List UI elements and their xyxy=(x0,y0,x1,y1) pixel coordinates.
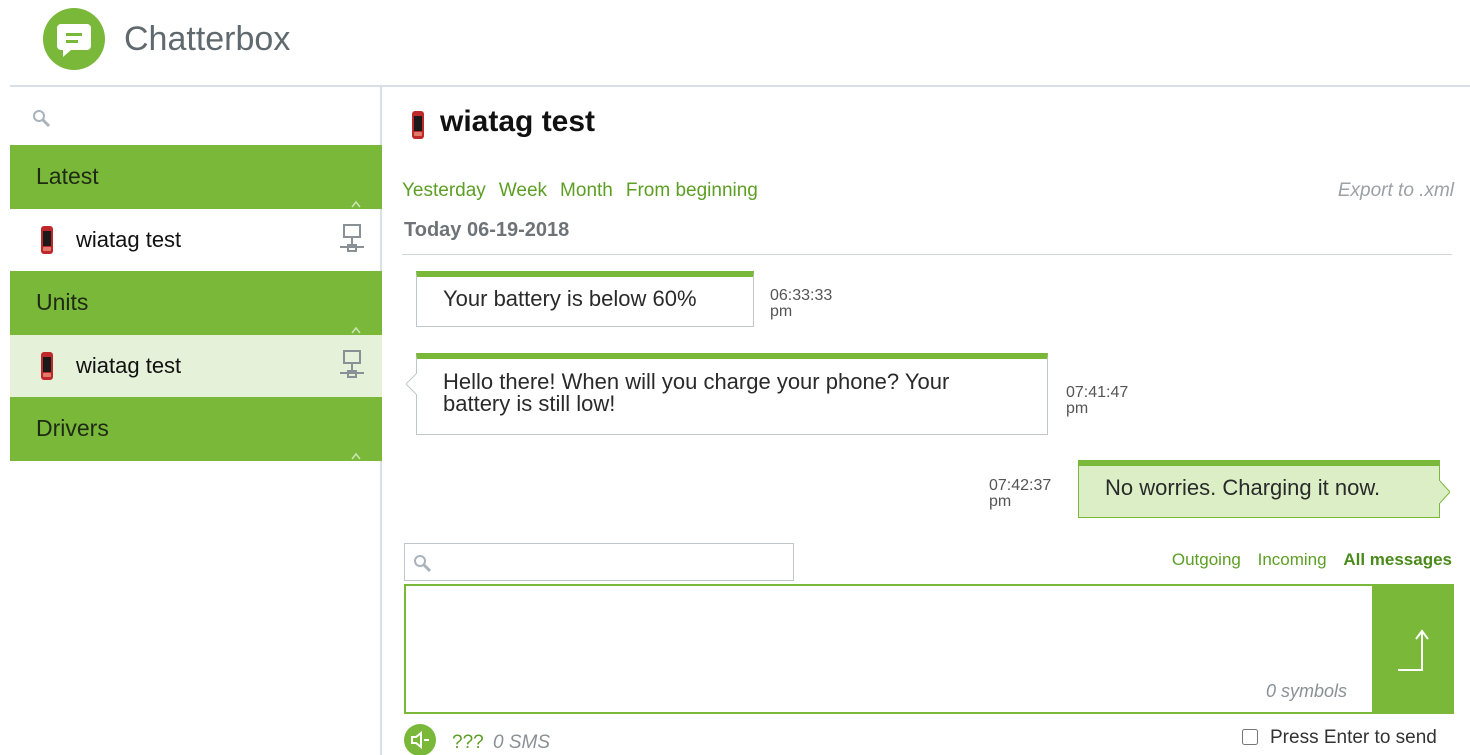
message-time: 07:41:47 pm xyxy=(1066,385,1128,417)
search-icon xyxy=(32,109,52,134)
section-label: Latest xyxy=(36,163,99,189)
message-text: Hello there! When will you charge your p… xyxy=(443,369,950,416)
section-label: Units xyxy=(36,289,89,315)
send-button[interactable] xyxy=(1372,584,1454,714)
date-label: Today 06-19-2018 xyxy=(404,219,570,241)
section-drivers[interactable]: Drivers xyxy=(10,397,382,461)
press-enter-label: Press Enter to send xyxy=(1270,727,1437,748)
time-value: 07:42:37 xyxy=(989,477,1052,494)
sms-status: ??? xyxy=(452,732,484,753)
message-time: 06:33:33 pm xyxy=(770,288,832,320)
unit-name: wiatag test xyxy=(76,353,182,378)
filter-outgoing[interactable]: Outgoing xyxy=(1172,550,1241,569)
phone-icon xyxy=(40,351,54,387)
section-units[interactable]: Units xyxy=(10,271,382,335)
message-text: No worries. Charging it now. xyxy=(1105,475,1381,500)
chat-panel: wiatag test Yesterday Week Month From begin… xyxy=(384,87,1470,755)
message-text: Your battery is below 60% xyxy=(443,286,697,311)
unit-item-latest-wiatag[interactable]: wiatag test xyxy=(10,209,382,271)
filter-from-beginning[interactable]: From beginning xyxy=(626,180,758,201)
filter-week[interactable]: Week xyxy=(499,180,547,201)
message-bubble-incoming: Your battery is below 60% xyxy=(416,271,754,327)
chat-bubble-icon xyxy=(43,8,105,70)
message-search-input[interactable] xyxy=(435,548,785,576)
unit-name: wiatag test xyxy=(76,227,182,252)
message-search xyxy=(404,543,794,581)
filter-all-messages[interactable]: All messages xyxy=(1343,550,1452,569)
phone-icon xyxy=(411,110,425,145)
message-input[interactable] xyxy=(416,594,1356,684)
export-xml-link[interactable]: Export to .xml xyxy=(1338,180,1454,202)
message-time: 07:42:37 pm xyxy=(989,478,1051,510)
sidebar-search[interactable] xyxy=(10,87,380,145)
sms-count: 0 SMS xyxy=(493,732,551,753)
message-bubble-outgoing: No worries. Charging it now. xyxy=(1078,460,1450,518)
phone-icon xyxy=(40,225,54,261)
message-type-filters: Outgoing Incoming All messages xyxy=(1160,550,1452,570)
speaker-icon[interactable] xyxy=(404,724,436,755)
chat-title: wiatag test xyxy=(440,105,596,138)
network-icon xyxy=(338,349,366,387)
message-composer: 0 symbols xyxy=(404,584,1454,714)
app-title: Chatterbox xyxy=(124,20,291,58)
filter-yesterday[interactable]: Yesterday xyxy=(402,180,486,201)
unit-item-units-wiatag[interactable]: wiatag test xyxy=(10,335,382,397)
time-ampm: pm xyxy=(770,303,793,320)
filter-incoming[interactable]: Incoming xyxy=(1258,550,1327,569)
press-enter-checkbox[interactable] xyxy=(1242,729,1258,745)
section-latest[interactable]: Latest xyxy=(10,145,382,209)
date-divider xyxy=(402,254,1452,255)
time-ampm: pm xyxy=(989,493,1012,510)
chevron-up-icon[interactable] xyxy=(350,422,362,484)
symbol-count: 0 symbols xyxy=(1266,681,1348,701)
filter-month[interactable]: Month xyxy=(560,180,613,201)
search-icon xyxy=(413,554,433,579)
time-value: 07:41:47 xyxy=(1066,384,1129,401)
time-value: 06:33:33 xyxy=(770,287,833,304)
period-filters: Yesterday Week Month From beginning xyxy=(402,180,771,202)
sidebar: Latest wiatag test Units wiatag test Dri… xyxy=(10,87,382,755)
time-ampm: pm xyxy=(1066,400,1089,417)
network-icon xyxy=(338,223,366,261)
message-bubble-incoming: Hello there! When will you charge your p… xyxy=(406,353,1048,435)
send-arrow-icon xyxy=(1398,629,1429,671)
app-header: Chatterbox xyxy=(0,0,1470,86)
section-label: Drivers xyxy=(36,415,109,441)
